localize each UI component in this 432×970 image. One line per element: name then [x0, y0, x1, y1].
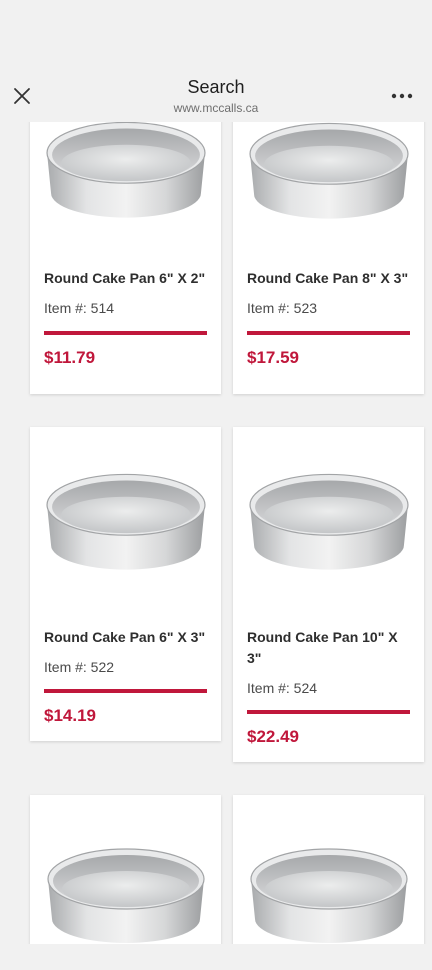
- item-number: Item #: 524: [247, 680, 318, 696]
- product-card[interactable]: Round Cake Pan 8" X 3" Item #: 523 $17.5…: [233, 122, 424, 394]
- product-price: $17.59: [247, 348, 299, 367]
- product-name[interactable]: Round Cake Pan 6" X 2": [44, 268, 209, 289]
- product-card[interactable]: Round Cake Pan 6" X 3" Item #: 522 $14.1…: [30, 427, 221, 741]
- more-options-button[interactable]: [386, 82, 418, 110]
- product-card[interactable]: [233, 795, 424, 944]
- browser-header: Search www.mccalls.ca: [0, 70, 432, 122]
- round-cake-pan-image: [248, 461, 410, 579]
- price-divider: [247, 710, 410, 714]
- status-bar: [0, 0, 432, 70]
- product-card[interactable]: Round Cake Pan 10" X 3" Item #: 524 $22.…: [233, 427, 424, 762]
- item-number: Item #: 514: [44, 300, 115, 316]
- price-divider: [44, 689, 207, 693]
- round-cake-pan-image: [248, 122, 410, 228]
- product-price: $22.49: [247, 727, 299, 746]
- price-divider: [44, 331, 207, 335]
- item-number: Item #: 523: [247, 300, 318, 316]
- product-price: $11.79: [44, 348, 96, 367]
- round-cake-pan-image: [248, 839, 410, 944]
- page-url: www.mccalls.ca: [173, 101, 259, 115]
- round-cake-pan-image: [45, 461, 207, 579]
- product-grid: Round Cake Pan 6" X 2" Item #: 514 $11.7…: [0, 122, 432, 944]
- price-divider: [247, 331, 410, 335]
- page-title: Search: [187, 77, 245, 97]
- product-card[interactable]: Round Cake Pan 6" X 2" Item #: 514 $11.7…: [30, 122, 221, 394]
- product-name[interactable]: Round Cake Pan 10" X 3": [247, 627, 412, 669]
- product-card[interactable]: [30, 795, 221, 944]
- round-cake-pan-image: [45, 839, 207, 944]
- item-number: Item #: 522: [44, 659, 115, 675]
- product-name[interactable]: Round Cake Pan 6" X 3": [44, 627, 209, 648]
- more-icon: [391, 93, 413, 99]
- round-cake-pan-image: [45, 122, 207, 224]
- product-name[interactable]: Round Cake Pan 8" X 3": [247, 268, 412, 289]
- bottom-bar: [0, 944, 432, 970]
- product-price: $14.19: [44, 706, 96, 725]
